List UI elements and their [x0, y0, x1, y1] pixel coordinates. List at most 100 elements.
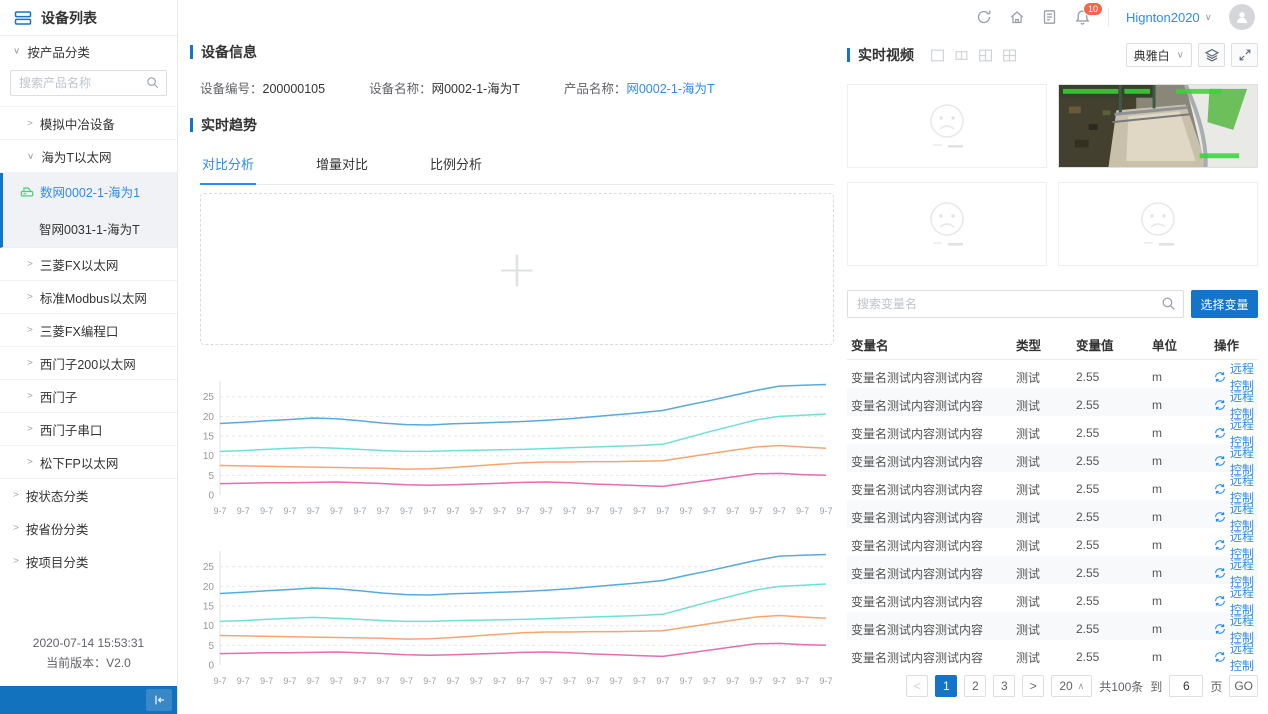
document-icon[interactable] [1042, 9, 1057, 25]
next-page-button[interactable]: > [1022, 675, 1044, 697]
svg-text:9-7: 9-7 [703, 506, 716, 516]
chevron-right-icon: > [27, 424, 33, 434]
svg-text:9-7: 9-7 [563, 506, 576, 516]
center-column: 设备信息 设备编号：200000105设备名称：网0002-1-海为T产品名称：… [178, 34, 844, 714]
no-video-placeholder-icon [1126, 199, 1190, 249]
tab-3[interactable]: 比例分析 [428, 145, 484, 185]
tab-2[interactable]: 增量对比 [314, 145, 370, 185]
remote-control-icon [1214, 511, 1226, 523]
sidebar-item-product[interactable]: >三菱FX以太网 [0, 248, 177, 281]
sidebar-item-product[interactable]: >松下FP以太网 [0, 446, 177, 479]
sidebar-item-category[interactable]: >按项目分类 [0, 545, 177, 578]
sidebar-bottom-bar [0, 686, 177, 714]
svg-text:9-7: 9-7 [773, 506, 786, 516]
table-row: 变量名测试内容测试内容测试2.55m远程控制 [847, 528, 1258, 556]
select-variable-button[interactable]: 选择变量 [1191, 290, 1258, 318]
collapse-sidebar-button[interactable] [146, 689, 172, 711]
layout-3-view-icon[interactable] [978, 48, 993, 63]
layers-button[interactable] [1198, 43, 1225, 67]
sidebar-item-product[interactable]: >西门子200以太网 [0, 347, 177, 380]
layout-4-view-icon[interactable] [1002, 48, 1017, 63]
svg-text:9-7: 9-7 [423, 676, 436, 686]
cell-value: 2.55 [1076, 622, 1152, 636]
sidebar-device-item[interactable]: 数网0002-1-海为1 [3, 173, 177, 210]
goto-suffix-label: 页 [1210, 678, 1222, 695]
cell-type: 测试 [1016, 397, 1076, 414]
sidebar-item-label: 按省份分类 [26, 519, 89, 538]
chevron-down-icon: ∨ [13, 46, 20, 56]
theme-select[interactable]: 典雅白 ∨ [1126, 43, 1192, 67]
category-label: 按产品分类 [27, 42, 90, 61]
goto-page-input[interactable] [1169, 675, 1203, 697]
page-button-1[interactable]: 1 [935, 675, 957, 697]
cell-value: 2.55 [1076, 482, 1152, 496]
tab-1[interactable]: 对比分析 [200, 145, 256, 185]
table-row: 变量名测试内容测试内容测试2.55m远程控制 [847, 500, 1258, 528]
sidebar-item-product[interactable]: >西门子串口 [0, 413, 177, 446]
refresh-icon[interactable] [976, 9, 992, 25]
sidebar-item-product[interactable]: >西门子 [0, 380, 177, 413]
product-search-input[interactable] [10, 70, 167, 96]
prev-page-button[interactable]: < [906, 675, 928, 697]
sidebar-group-haiwei[interactable]: ∨ 海为T以太网 [0, 140, 177, 173]
cell-type: 测试 [1016, 537, 1076, 554]
chevron-right-icon: > [27, 259, 33, 269]
svg-text:20: 20 [203, 412, 215, 423]
layout-1-view-icon[interactable] [930, 48, 945, 63]
sidebar-item-product[interactable]: >三菱FX编程口 [0, 314, 177, 347]
add-chart-dropzone[interactable]: + [200, 193, 834, 345]
sidebar-item-category[interactable]: >按省份分类 [0, 512, 177, 545]
category-list: >按状态分类>按省份分类>按项目分类 [0, 479, 177, 578]
video-cell-live[interactable] [1058, 84, 1258, 168]
svg-text:9-7: 9-7 [516, 676, 529, 686]
cell-type: 测试 [1016, 481, 1076, 498]
section-title-label: 实时趋势 [201, 115, 257, 135]
svg-text:9-7: 9-7 [633, 506, 646, 516]
video-cell-empty-2[interactable] [847, 182, 1047, 266]
svg-text:9-7: 9-7 [283, 506, 296, 516]
fullscreen-button[interactable] [1231, 43, 1258, 67]
sidebar-item-mock[interactable]: > 模拟中冶设备 [0, 107, 177, 140]
svg-text:9-7: 9-7 [400, 676, 413, 686]
sidebar-device-item[interactable]: 智网0031-1-海为T [3, 210, 177, 247]
trend-chart-2: 05101520259-79-79-79-79-79-79-79-79-79-7… [190, 543, 834, 693]
cell-type: 测试 [1016, 649, 1076, 666]
layout-2-view-icon[interactable] [954, 48, 969, 63]
svg-text:9-7: 9-7 [283, 676, 296, 686]
remote-control-link[interactable]: 远程控制 [1214, 640, 1258, 674]
svg-text:20: 20 [203, 582, 215, 593]
video-header-actions: 典雅白 ∨ [1126, 43, 1258, 67]
video-cell-empty-3[interactable] [1058, 182, 1258, 266]
svg-text:25: 25 [203, 392, 215, 403]
field-value-link[interactable]: 网0002-1-海为T [626, 82, 714, 96]
page-size-select[interactable]: 20∧ [1051, 675, 1092, 697]
page-button-2[interactable]: 2 [964, 675, 986, 697]
variable-search-input[interactable] [847, 290, 1184, 318]
go-button[interactable]: GO [1229, 675, 1258, 697]
svg-text:9-7: 9-7 [307, 506, 320, 516]
svg-text:9-7: 9-7 [819, 506, 832, 516]
notification-bell-icon[interactable]: 10 [1074, 9, 1091, 26]
sidebar-item-product[interactable]: >标准Modbus以太网 [0, 281, 177, 314]
sidebar-item-category[interactable]: >按状态分类 [0, 479, 177, 512]
remote-control-icon [1214, 371, 1226, 383]
avatar[interactable] [1229, 4, 1255, 30]
sidebar-category-product[interactable]: ∨ 按产品分类 [0, 36, 177, 66]
user-menu[interactable]: Hignton2020 ∨ [1126, 10, 1212, 25]
device-group-selected: 数网0002-1-海为1 智网0031-1-海为T [0, 173, 177, 248]
remote-control-icon [1214, 455, 1226, 467]
sidebar-item-label: 标准Modbus以太网 [40, 288, 147, 307]
product-list: >三菱FX以太网>标准Modbus以太网>三菱FX编程口>西门子200以太网>西… [0, 248, 177, 479]
chevron-down-icon: ∨ [27, 151, 34, 161]
svg-text:5: 5 [208, 471, 214, 482]
search-icon [1161, 296, 1176, 311]
cell-variable-name: 变量名测试内容测试内容 [851, 509, 1016, 526]
plus-icon: + [496, 244, 538, 294]
trend-chart-1: 05101520259-79-79-79-79-79-79-79-79-79-7… [190, 373, 834, 523]
video-cell-empty-1[interactable] [847, 84, 1047, 168]
page-button-3[interactable]: 3 [993, 675, 1015, 697]
trend-tabs: 对比分析 增量对比 比例分析 [200, 145, 834, 185]
svg-text:9-7: 9-7 [656, 506, 669, 516]
sidebar-device-label: 数网0002-1-海为1 [40, 182, 140, 201]
home-icon[interactable] [1009, 9, 1025, 25]
